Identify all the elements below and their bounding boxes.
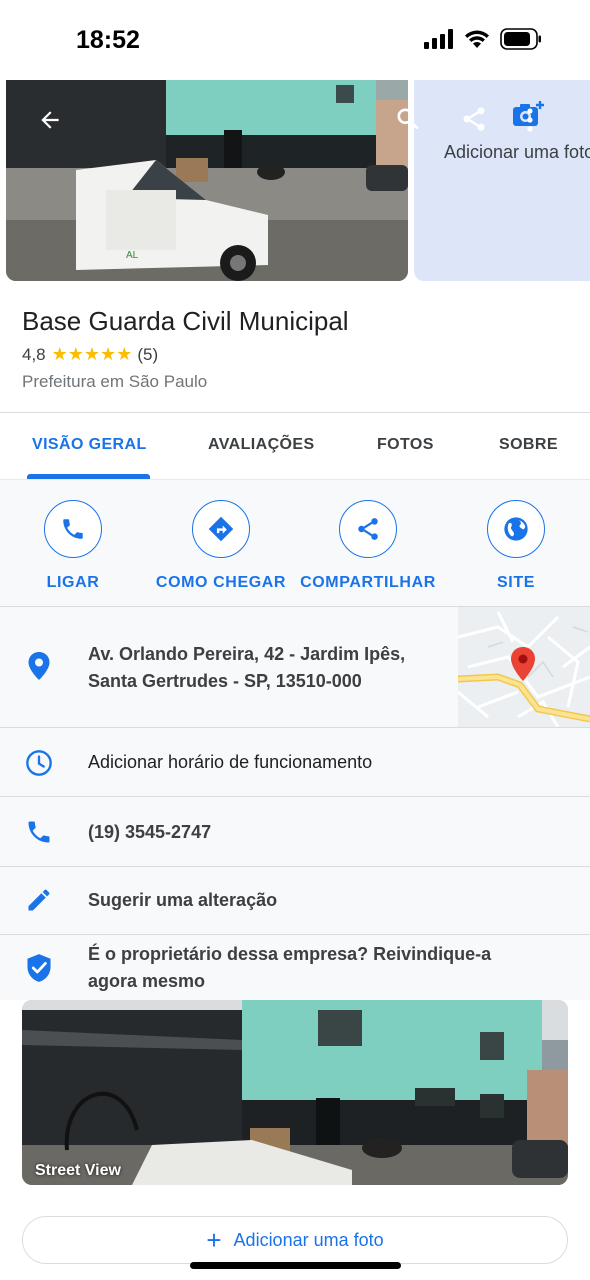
- status-time: 18:52: [76, 26, 140, 54]
- photo-strip: AL Adicionar uma foto: [0, 80, 590, 285]
- hours-row[interactable]: Adicionar horário de funcionamento: [0, 728, 590, 796]
- directions-icon: [208, 516, 234, 542]
- globe-icon: [504, 517, 528, 541]
- location-pin-icon: [24, 651, 54, 681]
- place-category: Prefeitura em São Paulo: [22, 372, 208, 391]
- rating-stars: ★★★★★: [51, 344, 133, 364]
- call-circle: [44, 500, 102, 558]
- battery-icon: [500, 28, 541, 50]
- minimap[interactable]: [458, 607, 590, 727]
- wifi-icon: [465, 30, 489, 48]
- address-line-2: Santa Gertrudes - SP, 13510-000: [88, 671, 362, 691]
- add-photo-button[interactable]: + Adicionar uma foto: [22, 1216, 568, 1264]
- claim-text-line-1: É o proprietário dessa empresa? Reivindi…: [88, 944, 492, 964]
- website-button[interactable]: SITE: [441, 500, 590, 592]
- pencil-icon: [24, 885, 54, 915]
- suggest-edit-text: Sugerir uma alteração: [88, 890, 278, 910]
- add-photo-card-label: Adicionar uma foto: [444, 142, 590, 162]
- share-action-button[interactable]: COMPARTILHAR: [293, 500, 443, 592]
- signal-icon: [424, 29, 453, 49]
- more-vert-icon: [527, 108, 533, 132]
- tab-reviews[interactable]: AVALIAÇÕES: [208, 436, 315, 454]
- review-count: (5): [137, 344, 159, 364]
- street-view-preview[interactable]: Street View: [22, 1000, 568, 1185]
- hours-text: Adicionar horário de funcionamento: [88, 752, 373, 772]
- phone-number: (19) 3545-2747: [88, 822, 212, 842]
- suggest-edit-row[interactable]: Sugerir uma alteração: [0, 867, 590, 934]
- back-button[interactable]: [28, 98, 72, 142]
- plus-icon: +: [206, 1225, 222, 1255]
- street-view-label: Street View: [35, 1162, 121, 1179]
- rating-value: 4,8: [22, 344, 46, 364]
- search-icon: [397, 108, 419, 130]
- claim-business-row[interactable]: É o proprietário dessa empresa? Reivindi…: [0, 935, 590, 1000]
- address-row[interactable]: Av. Orlando Pereira, 42 - Jardim Ipês, S…: [0, 607, 590, 727]
- address-line-1: Av. Orlando Pereira, 42 - Jardim Ipês,: [88, 644, 406, 664]
- action-bar: LIGAR COMO CHEGAR COMPARTILHAR SITE: [0, 480, 590, 606]
- directions-circle: [192, 500, 250, 558]
- add-photo-button-label: Adicionar uma foto: [233, 1229, 384, 1250]
- status-icons: [424, 28, 542, 50]
- share-circle: [339, 500, 397, 558]
- website-label: SITE: [497, 574, 535, 591]
- phone-icon: [63, 519, 83, 539]
- website-circle: [487, 500, 545, 558]
- share-label: COMPARTILHAR: [300, 574, 436, 591]
- add-photo-card[interactable]: Adicionar uma foto: [414, 80, 590, 281]
- tab-bar: VISÃO GERAL AVALIAÇÕES FOTOS SOBRE: [0, 414, 590, 480]
- phone-row[interactable]: (19) 3545-2747: [0, 797, 590, 866]
- directions-button[interactable]: COMO CHEGAR: [146, 500, 296, 592]
- share-button[interactable]: [452, 97, 496, 141]
- call-label: LIGAR: [46, 574, 100, 591]
- tab-about[interactable]: SOBRE: [499, 436, 558, 454]
- rating-row[interactable]: 4,8 ★★★★★ (5): [22, 344, 158, 365]
- tab-photos[interactable]: FOTOS: [377, 436, 434, 454]
- clock-icon: [24, 748, 54, 778]
- divider: [0, 412, 590, 413]
- share-icon: [358, 518, 378, 540]
- share-icon: [463, 107, 485, 131]
- home-indicator[interactable]: [190, 1262, 401, 1269]
- verified-shield-icon: [24, 953, 54, 983]
- arrow-back-icon: [41, 111, 59, 129]
- tab-overview[interactable]: VISÃO GERAL: [32, 436, 147, 454]
- more-options-button[interactable]: [518, 98, 542, 142]
- svg-text:AL: AL: [126, 250, 139, 261]
- status-bar: 18:52: [0, 0, 590, 80]
- directions-label: COMO CHEGAR: [155, 574, 287, 591]
- search-button[interactable]: [386, 97, 430, 141]
- place-name: Base Guarda Civil Municipal: [22, 306, 349, 336]
- phone-icon: [24, 817, 54, 847]
- claim-text-line-2: agora mesmo: [88, 971, 206, 991]
- call-button[interactable]: LIGAR: [0, 500, 148, 592]
